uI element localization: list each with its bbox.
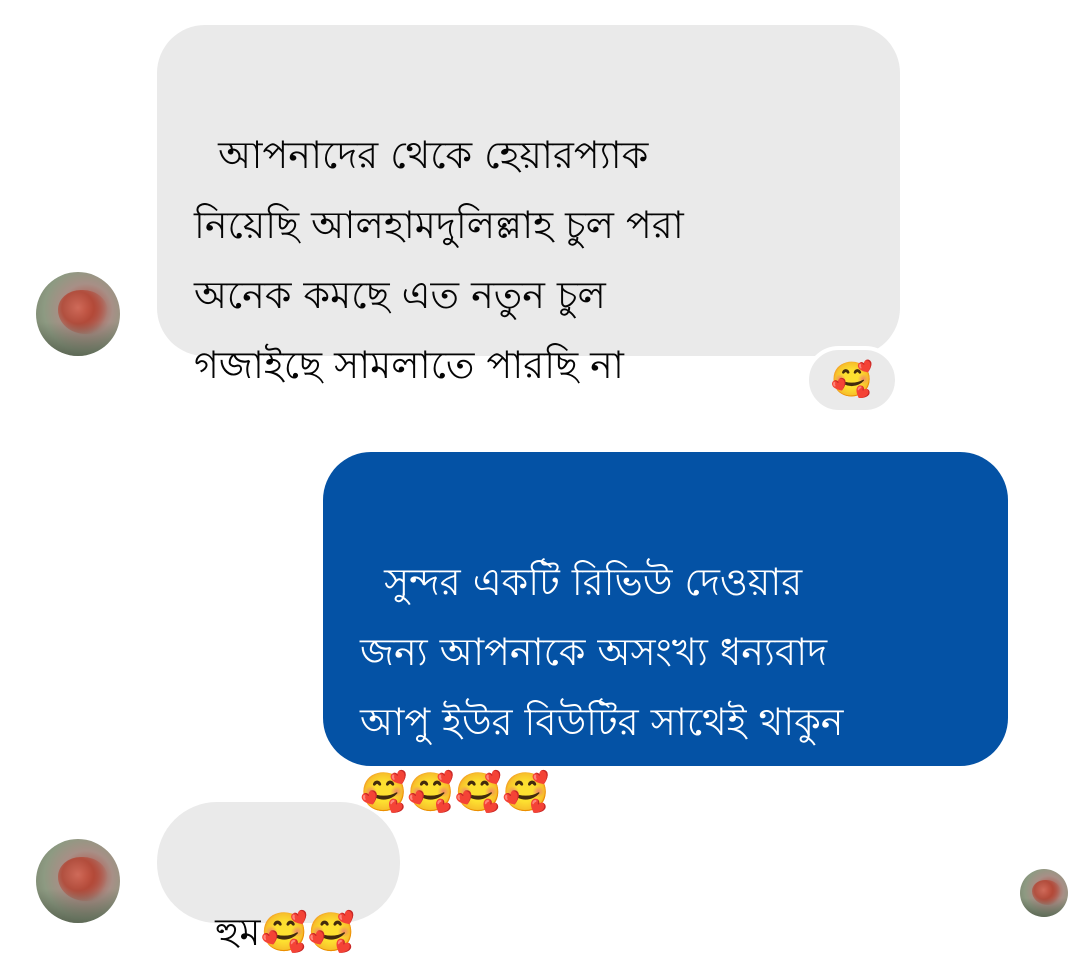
- reaction-emoji: 🥰: [830, 360, 874, 400]
- outgoing-message-bubble[interactable]: সুন্দর একটি রিভিউ দেওয়ার জন্য আপনাকে অস…: [323, 452, 1008, 814]
- incoming-message-bubble[interactable]: আপনাদের থেকে হেয়ারপ্যাক নিয়েছি আলহামদু…: [157, 25, 900, 387]
- avatar[interactable]: [36, 272, 120, 356]
- message-text: হুম🥰🥰: [215, 910, 356, 954]
- avatar[interactable]: [36, 839, 120, 923]
- message-text: সুন্দর একটি রিভিউ দেওয়ার জন্য আপনাকে অস…: [360, 560, 844, 814]
- incoming-message-bubble[interactable]: হুম🥰🥰: [157, 802, 400, 954]
- seen-indicator-avatar: [1020, 869, 1068, 917]
- message-text: আপনাদের থেকে হেয়ারপ্যাক নিয়েছি আলহামদু…: [194, 133, 684, 387]
- message-reaction[interactable]: 🥰: [805, 346, 899, 414]
